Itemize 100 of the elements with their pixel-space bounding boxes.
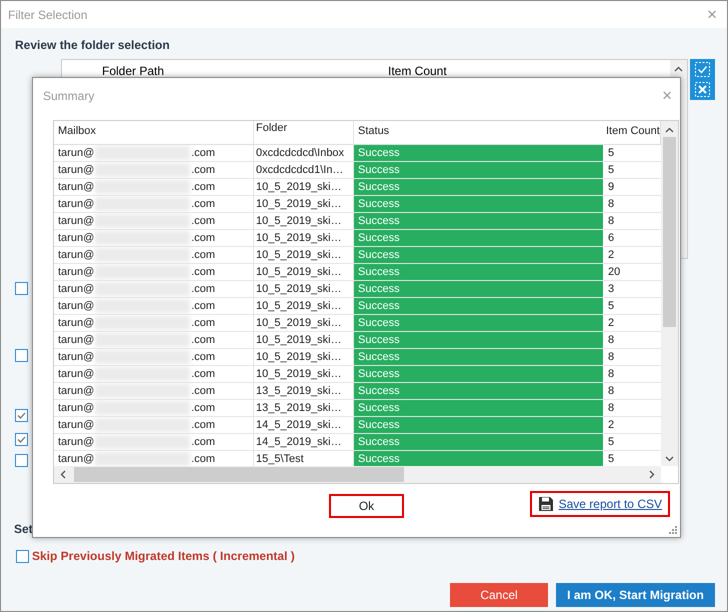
mailbox-domain: .com bbox=[191, 418, 216, 432]
section-label: Set bbox=[14, 522, 33, 538]
section-heading: Review the folder selection bbox=[15, 38, 171, 54]
status-cell: Success bbox=[354, 315, 604, 331]
mailbox-domain: .com bbox=[191, 401, 216, 415]
ok-button[interactable]: Ok bbox=[329, 494, 404, 518]
uncheck-all-icon[interactable] bbox=[695, 82, 710, 98]
table-cell-text: 3 bbox=[607, 282, 616, 297]
mailbox-user: tarun@ bbox=[58, 214, 94, 228]
status-cell: Success bbox=[354, 298, 604, 314]
status-cell: Success bbox=[354, 451, 604, 466]
checkbox[interactable] bbox=[15, 433, 28, 446]
status-cell: Success bbox=[354, 162, 604, 178]
checkbox[interactable] bbox=[16, 550, 29, 562]
mailbox-user: tarun@ bbox=[58, 231, 94, 245]
table-cell-text: 8 bbox=[607, 333, 616, 348]
mailbox-user: tarun@ bbox=[58, 316, 94, 330]
mailbox-domain: .com bbox=[191, 197, 216, 211]
status-cell: Success bbox=[354, 264, 604, 280]
table-cell-text: 5 bbox=[607, 452, 616, 466]
mailbox-user: tarun@ bbox=[58, 180, 94, 194]
table-cell-text: 6 bbox=[607, 231, 616, 246]
table-cell-text: 8 bbox=[607, 350, 616, 365]
mailbox-user: tarun@ bbox=[58, 350, 94, 364]
cancel-button[interactable]: Cancel bbox=[450, 583, 548, 607]
mailbox-domain: .com bbox=[191, 350, 216, 364]
column-header[interactable]: Mailbox bbox=[54, 121, 254, 145]
checkbox[interactable] bbox=[15, 349, 28, 362]
column-header[interactable]: Folder Path bbox=[102, 64, 388, 78]
scroll-left-icon[interactable] bbox=[60, 470, 66, 479]
mailbox-domain: .com bbox=[191, 435, 216, 449]
mailbox-user: tarun@ bbox=[58, 401, 94, 415]
mailbox-domain: .com bbox=[191, 231, 216, 245]
table-cell-text: 8 bbox=[607, 367, 616, 382]
mailbox-domain: .com bbox=[191, 282, 216, 296]
mailbox-domain: .com bbox=[191, 452, 216, 466]
mailbox-domain: .com bbox=[191, 180, 216, 194]
table-cell-text: 8 bbox=[607, 197, 616, 212]
checkbox[interactable] bbox=[15, 454, 28, 467]
status-cell: Success bbox=[354, 281, 604, 297]
scroll-right-icon[interactable] bbox=[649, 470, 655, 479]
status-cell: Success bbox=[354, 383, 604, 399]
scroll-up-icon[interactable] bbox=[665, 127, 674, 133]
table-cell-text: 5 bbox=[607, 146, 616, 161]
column-header[interactable]: Folder bbox=[254, 121, 354, 145]
status-cell: Success bbox=[354, 417, 604, 433]
vertical-scrollbar[interactable] bbox=[661, 121, 678, 466]
status-cell: Success bbox=[354, 145, 604, 161]
status-cell: Success bbox=[354, 230, 604, 246]
mailbox-user: tarun@ bbox=[58, 452, 94, 466]
horizontal-scrollbar[interactable] bbox=[54, 466, 661, 483]
mailbox-user: tarun@ bbox=[58, 299, 94, 313]
table-cell-text: 9 bbox=[607, 180, 616, 195]
mailbox-user: tarun@ bbox=[58, 384, 94, 398]
table-cell-text: 5 bbox=[607, 299, 616, 314]
table-cell-text: 2 bbox=[607, 316, 616, 331]
mailbox-domain: .com bbox=[191, 316, 216, 330]
checkbox[interactable] bbox=[15, 282, 28, 295]
mailbox-domain: .com bbox=[191, 333, 216, 347]
mailbox-domain: .com bbox=[191, 367, 216, 381]
resize-grip-icon[interactable] bbox=[669, 526, 677, 534]
mailbox-user: tarun@ bbox=[58, 197, 94, 211]
table-cell-text: 5 bbox=[607, 163, 616, 178]
status-cell: Success bbox=[354, 434, 604, 450]
mailbox-domain: .com bbox=[191, 299, 216, 313]
mailbox-user: tarun@ bbox=[58, 282, 94, 296]
mailbox-domain: .com bbox=[191, 265, 216, 279]
mailbox-domain: .com bbox=[191, 146, 216, 160]
table-cell-text: 8 bbox=[607, 401, 616, 416]
check-all-icon[interactable] bbox=[695, 62, 710, 77]
mailbox-user: tarun@ bbox=[58, 435, 94, 449]
save-report-link[interactable]: Save report to CSV bbox=[530, 491, 670, 517]
table-cell-text: 5 bbox=[607, 435, 616, 450]
window-title: Filter Selection bbox=[8, 8, 88, 22]
status-cell: Success bbox=[354, 332, 604, 348]
table-cell-text: 8 bbox=[607, 214, 616, 229]
table-cell-text: 2 bbox=[607, 418, 616, 433]
mailbox-domain: .com bbox=[191, 384, 216, 398]
column-header[interactable]: Item Count bbox=[388, 64, 447, 78]
status-cell: Success bbox=[354, 349, 604, 365]
status-cell: Success bbox=[354, 196, 604, 212]
mailbox-user: tarun@ bbox=[58, 367, 94, 381]
scroll-down-icon[interactable] bbox=[665, 456, 674, 462]
dialog-title: Summary bbox=[43, 89, 94, 103]
mailbox-user: tarun@ bbox=[58, 333, 94, 347]
status-cell: Success bbox=[354, 213, 604, 229]
checkbox[interactable] bbox=[15, 409, 28, 422]
status-cell: Success bbox=[354, 400, 604, 416]
status-cell: Success bbox=[354, 366, 604, 382]
table-cell-text: 20 bbox=[607, 265, 622, 280]
status-cell: Success bbox=[354, 247, 604, 263]
mailbox-user: tarun@ bbox=[58, 265, 94, 279]
mailbox-user: tarun@ bbox=[58, 248, 94, 262]
start-migration-button[interactable]: I am OK, Start Migration bbox=[556, 583, 715, 607]
table-cell-text: 2 bbox=[607, 248, 616, 263]
mailbox-user: tarun@ bbox=[58, 146, 94, 160]
checkbox-label: Skip Previously Migrated Items ( Incremental ) bbox=[32, 549, 295, 563]
mailbox-domain: .com bbox=[191, 248, 216, 262]
scroll-up-icon[interactable] bbox=[674, 66, 684, 72]
mailbox-user: tarun@ bbox=[58, 163, 94, 177]
